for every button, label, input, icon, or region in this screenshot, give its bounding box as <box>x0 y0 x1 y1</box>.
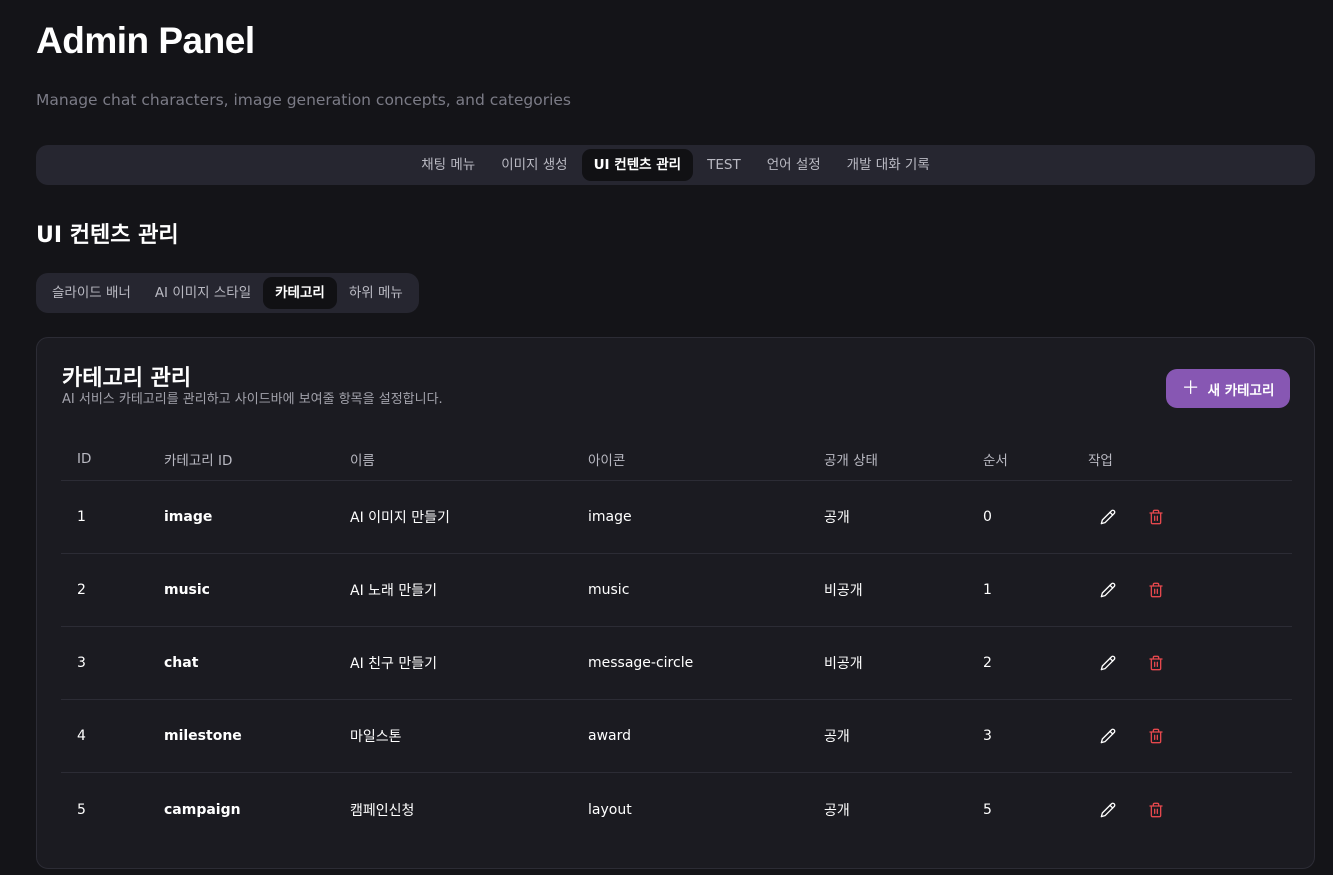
table-row: 4 milestone 마일스톤 award 공개 3 <box>61 700 1292 773</box>
tab-language-settings[interactable]: 언어 설정 <box>755 149 833 181</box>
pencil-icon[interactable] <box>1100 655 1116 671</box>
cell-id: 4 <box>77 728 86 744</box>
cell-name: AI 친구 만들기 <box>350 656 438 672</box>
cell-category-id: image <box>164 509 213 525</box>
admin-page: Admin Panel Manage chat characters, imag… <box>0 0 1333 875</box>
cell-name: 마일스톤 <box>350 729 402 745</box>
app-subtitle: Manage chat characters, image generation… <box>36 91 571 109</box>
table-row: 5 campaign 캠페인신청 layout 공개 5 <box>61 773 1292 846</box>
column-header-id: ID <box>77 450 92 467</box>
cell-order: 3 <box>983 728 992 744</box>
cell-visibility: 공개 <box>824 729 850 745</box>
cell-visibility: 공개 <box>824 802 850 819</box>
cell-icon-name: message-circle <box>588 655 694 671</box>
cell-order: 0 <box>983 509 992 525</box>
plus-icon: ＋ <box>1181 377 1200 399</box>
trash-icon[interactable] <box>1148 509 1164 525</box>
table-row: 2 music AI 노래 만들기 music 비공개 1 <box>61 554 1292 627</box>
column-header-order: 순서 <box>983 452 1008 469</box>
trash-icon[interactable] <box>1148 655 1164 671</box>
cell-name: AI 노래 만들기 <box>350 583 438 599</box>
cell-name: AI 이미지 만들기 <box>350 510 450 526</box>
cell-visibility: 비공개 <box>824 583 863 599</box>
pencil-icon[interactable] <box>1100 509 1116 525</box>
table-header-row: ID 카테고리 ID 이름 아이콘 공개 상태 순서 작업 <box>61 437 1292 481</box>
subtab-ai-image-style[interactable]: AI 이미지 스타일 <box>143 277 263 309</box>
table-row: 3 chat AI 친구 만들기 message-circle 비공개 2 <box>61 627 1292 700</box>
column-header-icon: 아이콘 <box>588 452 626 469</box>
cell-icon-name: award <box>588 728 632 744</box>
category-table: ID 카테고리 ID 이름 아이콘 공개 상태 순서 작업 1 image AI… <box>61 437 1292 846</box>
sub-tabs: 슬라이드 배너 AI 이미지 스타일 카테고리 하위 메뉴 <box>36 273 419 313</box>
cell-icon-name: layout <box>588 801 632 818</box>
cell-category-id: chat <box>164 655 199 671</box>
cell-category-id: campaign <box>164 801 241 818</box>
column-header-category-id: 카테고리 ID <box>164 452 233 469</box>
cell-id: 3 <box>77 655 86 671</box>
pencil-icon[interactable] <box>1100 802 1116 818</box>
app-title: Admin Panel <box>36 20 255 61</box>
cell-category-id: milestone <box>164 728 242 744</box>
trash-icon[interactable] <box>1148 802 1164 818</box>
cell-order: 1 <box>983 582 992 598</box>
cell-icon-name: image <box>588 509 632 525</box>
cell-order: 2 <box>983 655 992 671</box>
trash-icon[interactable] <box>1148 728 1164 744</box>
cell-name: 캠페인신청 <box>350 802 415 819</box>
pencil-icon[interactable] <box>1100 582 1116 598</box>
cell-order: 5 <box>983 801 992 818</box>
trash-icon[interactable] <box>1148 582 1164 598</box>
cell-visibility: 비공개 <box>824 656 863 672</box>
cell-visibility: 공개 <box>824 510 850 526</box>
cell-category-id: music <box>164 582 210 598</box>
subtab-category[interactable]: 카테고리 <box>263 277 337 309</box>
new-category-label: 새 카테고리 <box>1207 382 1275 399</box>
tab-test[interactable]: TEST <box>695 149 753 181</box>
cell-id: 2 <box>77 582 86 598</box>
subtab-slide-banner[interactable]: 슬라이드 배너 <box>40 277 143 309</box>
section-title: UI 컨텐츠 관리 <box>36 223 179 248</box>
cell-id: 1 <box>77 509 86 525</box>
pencil-icon[interactable] <box>1100 728 1116 744</box>
column-header-actions: 작업 <box>1088 452 1113 469</box>
tab-image-generation[interactable]: 이미지 생성 <box>489 149 579 181</box>
column-header-visibility: 공개 상태 <box>824 452 878 469</box>
tab-chat-menu[interactable]: 채팅 메뉴 <box>409 149 487 181</box>
tab-ui-content[interactable]: UI 컨텐츠 관리 <box>581 149 694 181</box>
new-category-button[interactable]: ＋ 새 카테고리 <box>1166 369 1290 408</box>
table-row: 1 image AI 이미지 만들기 image 공개 0 <box>61 481 1292 554</box>
main-tabs: 채팅 메뉴 이미지 생성 UI 컨텐츠 관리 TEST 언어 설정 개발 대화 … <box>36 145 1315 185</box>
subtab-submenu[interactable]: 하위 메뉴 <box>337 277 415 309</box>
column-header-name: 이름 <box>350 452 375 469</box>
card-description: AI 서비스 카테고리를 관리하고 사이드바에 보여줄 항목을 설정합니다. <box>62 392 443 407</box>
category-management-card: 카테고리 관리 AI 서비스 카테고리를 관리하고 사이드바에 보여줄 항목을 … <box>36 337 1315 869</box>
cell-icon-name: music <box>588 582 630 598</box>
tab-dev-chat-log[interactable]: 개발 대화 기록 <box>835 149 942 181</box>
cell-id: 5 <box>77 801 86 818</box>
